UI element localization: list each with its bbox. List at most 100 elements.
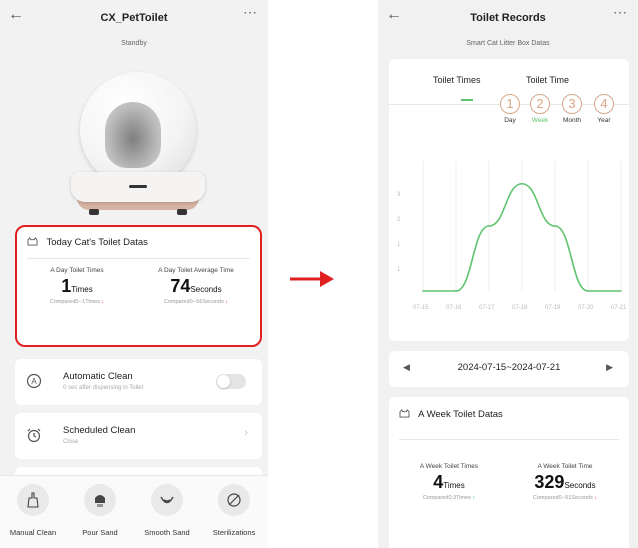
week-time-compare: Compared0--51Seconds (532, 495, 593, 501)
tab-toilet-time[interactable]: Toilet Time (526, 75, 569, 85)
range-label-year: Year (597, 117, 611, 124)
range-month-button[interactable]: 3 Month (557, 94, 587, 124)
bottom-action-bar: Manual Clean Pour Sand Smooth Sand Steri… (0, 475, 268, 548)
down-arrow-icon: ↓ (594, 495, 598, 501)
day-times-compare: Compared0--1Times (49, 299, 100, 305)
device-title: CX_PetToilet (100, 12, 168, 24)
smooth-sand-button[interactable]: Smooth Sand (134, 484, 200, 537)
day-times-unit: Times (71, 285, 93, 294)
stat-value: 74Seconds (135, 276, 257, 297)
week-toilet-data-card: A Week Toilet Datas A Week Toilet Times … (389, 397, 629, 548)
chart-data-point (488, 225, 490, 227)
range-day-button[interactable]: 1 Day (495, 94, 525, 124)
chart-data-point (554, 225, 556, 227)
scheduled-clean-subtitle: Close (63, 439, 79, 445)
sterilizations-button[interactable]: Sterilizations (201, 484, 267, 537)
chart-data-point (521, 182, 523, 185)
chart-y-tick-label: 1 (397, 267, 401, 273)
toilet-chart-card: Toilet Times Toilet Time 1 Day 2 Week 3 … (389, 59, 629, 341)
automatic-clean-toggle[interactable] (216, 374, 246, 389)
sterilize-icon (218, 484, 250, 516)
right-top-bar: ← Toilet Records ⋯ (378, 0, 638, 40)
week-card-header: A Week Toilet Datas (399, 409, 503, 420)
up-arrow-icon: ↑ (472, 495, 476, 501)
today-card-header: Today Cat's Toilet Datas (27, 237, 148, 248)
range-year-button[interactable]: 4 Year (589, 94, 619, 124)
manual-clean-label: Manual Clean (9, 528, 57, 537)
sterilizations-label: Sterilizations (212, 528, 256, 537)
chart-x-tick-label: 07-16 (446, 305, 462, 311)
date-range-text: 2024-07-15~2024-07-21 (457, 362, 561, 373)
stat-label: A Day Toilet Average Time (158, 267, 234, 274)
week-times-value: 4 (433, 472, 444, 492)
alarm-clock-icon (27, 428, 41, 443)
week-card-title: A Week Toilet Datas (418, 409, 503, 420)
pour-sand-icon (84, 484, 116, 516)
stat-label: A Week Toilet Times (419, 463, 479, 470)
down-arrow-icon: ↓ (225, 299, 229, 305)
week-times-unit: Times (443, 481, 465, 490)
litter-box-foot (89, 209, 99, 215)
stat-value: 4Times (399, 472, 499, 493)
scheduled-clean-title: Scheduled Clean (63, 425, 136, 436)
litter-box-indicator (129, 185, 147, 188)
litter-box-foot (177, 209, 187, 215)
today-card-title: Today Cat's Toilet Datas (46, 237, 148, 248)
stat-value: 1Times (27, 276, 127, 297)
left-phone-screen: ← CX_PetToilet ⋯ Standby Today Cat's Toi… (0, 0, 268, 548)
stat-compare: Compared0--1Times ↓ (27, 299, 127, 305)
week-time-value: 329 (534, 472, 565, 492)
cat-icon (27, 237, 38, 246)
pour-sand-button[interactable]: Pour Sand (67, 484, 133, 537)
divider (399, 439, 619, 440)
smooth-sand-icon (151, 484, 183, 516)
day-avg-value: 74 (170, 276, 191, 296)
range-label-month: Month (562, 117, 582, 124)
litter-box-entrance (105, 102, 161, 168)
automatic-clean-subtitle: 0 sec after dispensing in Toilet (63, 385, 144, 391)
tab-toilet-times[interactable]: Toilet Times (433, 75, 481, 85)
active-tab-indicator (461, 99, 473, 101)
device-status: Standby (121, 40, 147, 47)
divider (27, 258, 250, 259)
more-options-icon[interactable]: ⋯ (243, 4, 258, 21)
more-options-icon[interactable]: ⋯ (613, 4, 628, 21)
chart-data-point (587, 290, 589, 292)
range-week-button[interactable]: 2 Week (525, 94, 555, 124)
chart-x-tick-label: 07-21 (611, 305, 627, 311)
automatic-clean-row[interactable]: A Automatic Clean 0 sec after dispensing… (15, 359, 262, 405)
chart-y-tick-label: 3 (397, 192, 401, 198)
chart-x-tick-label: 07-19 (545, 305, 561, 311)
range-number-2: 2 (530, 94, 550, 114)
week-times-compare: Compared0:3Times (422, 495, 471, 501)
chart-data-point (422, 290, 424, 292)
stat-compare: Compared0--56Seconds ↓ (135, 299, 257, 305)
range-number-4: 4 (594, 94, 614, 114)
stat-label: A Day Toilet Times (50, 267, 104, 274)
broom-icon (17, 484, 49, 516)
stat-compare: Compared0:3Times ↑ (399, 495, 499, 501)
date-range-selector: ◀ 2024-07-15~2024-07-21 ▶ (389, 351, 629, 387)
flow-arrow-icon (290, 271, 334, 287)
scheduled-clean-row[interactable]: Scheduled Clean Close › (15, 413, 262, 459)
left-top-bar: ← CX_PetToilet ⋯ (0, 0, 268, 40)
range-number-3: 3 (562, 94, 582, 114)
smooth-sand-label: Smooth Sand (144, 528, 190, 537)
chart-data-point (455, 290, 457, 292)
chart-x-tick-label: 07-15 (413, 305, 429, 311)
week-toilet-time-stat: A Week Toilet Time 329Seconds Compared0-… (509, 463, 621, 501)
svg-text:A: A (31, 377, 37, 386)
pour-sand-label: Pour Sand (82, 528, 118, 537)
toggle-knob (217, 375, 230, 388)
records-subtitle: Smart Cat Litter Box Datas (466, 40, 550, 47)
manual-clean-button[interactable]: Manual Clean (0, 484, 66, 537)
chart-x-tick-label: 07-20 (578, 305, 594, 311)
week-toilet-times-stat: A Week Toilet Times 4Times Compared0:3Ti… (399, 463, 499, 501)
range-number-1: 1 (500, 94, 520, 114)
next-week-icon[interactable]: ▶ (606, 362, 613, 373)
today-toilet-data-card[interactable]: Today Cat's Toilet Datas A Day Toilet Ti… (15, 225, 262, 347)
chevron-right-icon: › (244, 427, 248, 439)
stat-compare: Compared0--51Seconds ↓ (509, 495, 621, 501)
chart-data-point (620, 290, 622, 292)
stat-value: 329Seconds (509, 472, 621, 493)
